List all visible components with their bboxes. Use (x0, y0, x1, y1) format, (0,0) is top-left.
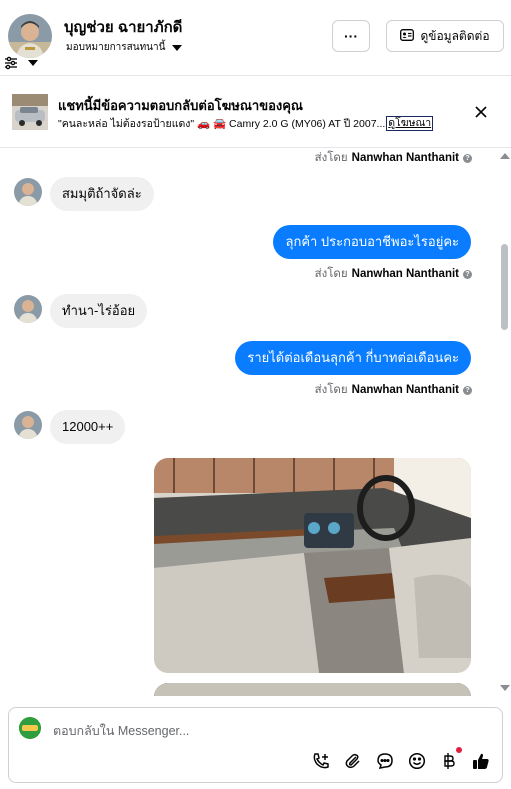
incoming-message: ทำนา-ไร่อ้อย (50, 294, 148, 328)
emoji-icon[interactable] (408, 752, 426, 770)
assign-conversation-dropdown[interactable]: มอบหมายการสนทนานี้ (66, 40, 183, 55)
filter-icon[interactable] (4, 56, 18, 70)
reply-input[interactable]: ตอบกลับใน Messenger... (53, 721, 189, 741)
scroll-up-arrow-icon[interactable] (500, 153, 510, 159)
composer-toolbar (312, 747, 490, 770)
scroll-down-arrow-icon[interactable] (500, 685, 510, 691)
more-options-button[interactable]: ··· (332, 20, 370, 52)
chat-scrollbar[interactable] (498, 148, 511, 696)
messenger-conversation-panel: บุญช่วย ฉายาภักดี มอบหมายการสนทนานี้ ···… (0, 0, 511, 789)
sent-by-prefix: ส่งโดย (314, 268, 348, 280)
chevron-down-icon[interactable] (28, 60, 38, 66)
close-icon[interactable] (472, 103, 490, 121)
assign-label: มอบหมายการสนทนานี้ (66, 42, 166, 53)
sender-name: Nanwhan Nanthanit (351, 152, 459, 164)
chevron-down-icon (172, 44, 183, 51)
paperclip-icon[interactable] (344, 752, 362, 770)
contact-name: บุญช่วย ฉายาภักดี (64, 19, 183, 36)
sent-by-label: ส่งโดย Nanwhan Nanthanit ? (315, 381, 472, 399)
ad-thumbnail (12, 94, 48, 130)
info-icon[interactable]: ? (463, 385, 472, 395)
view-ad-link[interactable]: ดูโฆษณา (386, 116, 434, 131)
view-contact-label: ดูข้อมูลติดต่อ (420, 28, 490, 43)
thumbs-up-icon[interactable] (472, 752, 490, 770)
car-photo-partial[interactable] (154, 683, 471, 696)
message-bubble-icon[interactable] (376, 752, 394, 770)
sent-by-prefix: ส่งโดย (314, 384, 348, 396)
outgoing-message: ลุกค้า ประกอบอาชีพอะไรอยู่คะ (273, 225, 471, 259)
contact-avatar-small[interactable] (14, 295, 42, 323)
sent-by-label: ส่งโดย Nanwhan Nanthanit ? (315, 265, 472, 283)
message-composer[interactable]: ตอบกลับใน Messenger... (8, 707, 503, 783)
call-add-icon[interactable] (312, 752, 330, 770)
info-icon[interactable]: ? (463, 269, 472, 279)
conversation-header: บุญช่วย ฉายาภักดี มอบหมายการสนทนานี้ ···… (0, 0, 511, 76)
ad-reply-banner: แชทนี้มีข้อความตอบกลับต่อโฆษณาของคุณ "คน… (0, 77, 511, 148)
sender-name: Nanwhan Nanthanit (351, 268, 459, 280)
sent-by-label: ส่งโดย Nanwhan Nanthanit ? (315, 149, 472, 167)
sent-by-prefix: ส่งโดย (314, 152, 348, 164)
sender-name: Nanwhan Nanthanit (351, 384, 459, 396)
more-icon: ··· (344, 28, 358, 44)
baht-payment-icon[interactable] (440, 747, 462, 770)
incoming-message: สมมุติถ้าจัดล่ะ (50, 177, 154, 211)
outgoing-message: รายได้ต่อเดือนลุกค้า กี่บาทต่อเดือนคะ (235, 341, 471, 375)
page-avatar (19, 717, 41, 739)
message-list[interactable]: ส่งโดย Nanwhan Nanthanit ? สมมุติถ้าจัดล… (0, 148, 498, 696)
contact-avatar[interactable] (8, 14, 52, 58)
notification-dot (456, 747, 462, 753)
view-contact-button[interactable]: ดูข้อมูลติดต่อ (386, 20, 504, 52)
ad-banner-subtitle-row: "คนละหล่อ ไม่ต้องรอป้ายแดง" 🚗 🚘 Camry 2.… (58, 115, 434, 132)
ad-banner-title: แชทนี้มีข้อความตอบกลับต่อโฆษณาของคุณ (58, 98, 303, 113)
info-icon[interactable]: ? (463, 153, 472, 163)
contact-card-icon (400, 28, 415, 44)
contact-avatar-small[interactable] (14, 411, 42, 439)
incoming-message: 12000++ (50, 410, 126, 444)
ad-banner-subtitle: "คนละหล่อ ไม่ต้องรอป้ายแดง" 🚗 🚘 Camry 2.… (58, 118, 386, 130)
car-interior-photo[interactable] (154, 458, 471, 673)
contact-avatar-small[interactable] (14, 178, 42, 206)
scrollbar-thumb[interactable] (501, 244, 508, 330)
